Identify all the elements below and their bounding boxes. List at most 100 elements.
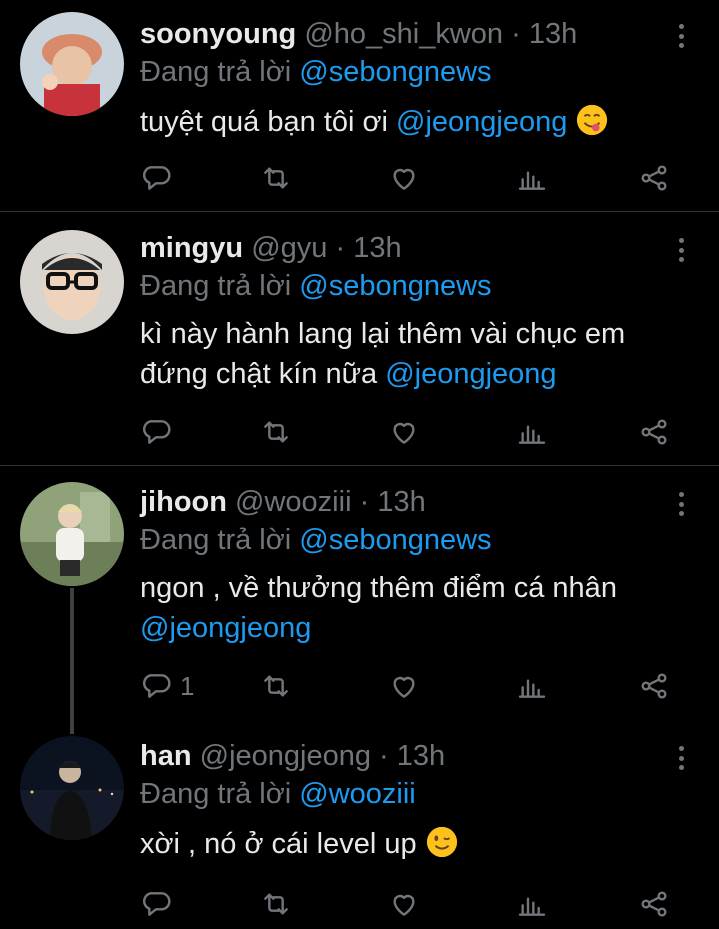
- replying-to: Đang trả lời @sebongnews: [140, 54, 492, 90]
- analytics-button[interactable]: [516, 414, 548, 450]
- replying-to-mention[interactable]: @wooziii: [299, 778, 415, 810]
- tweet-text: ngon , về thưởng thêm điểm cá nhân @jeon…: [140, 568, 700, 648]
- like-button[interactable]: [388, 668, 420, 704]
- replying-to-mention[interactable]: @sebongnews: [299, 270, 491, 302]
- separator-dot: ·: [511, 18, 521, 50]
- user-handle[interactable]: @ho_shi_kwon: [304, 18, 503, 50]
- analytics-icon: [518, 171, 546, 190]
- display-name[interactable]: han: [140, 740, 192, 772]
- separator-dot: ·: [359, 486, 370, 518]
- analytics-icon: [518, 897, 546, 916]
- replying-to-label: Đang trả lời: [140, 56, 292, 88]
- share-icon: [641, 419, 667, 445]
- display-name[interactable]: soonyoung: [140, 18, 296, 50]
- more-options-icon[interactable]: [671, 742, 691, 774]
- share-button[interactable]: [638, 414, 670, 450]
- analytics-icon: [518, 425, 546, 444]
- tweet[interactable]: soonyoung @ho_shi_kwon · 13h Đang trả lờ…: [0, 10, 719, 210]
- analytics-button[interactable]: [516, 886, 548, 922]
- share-button[interactable]: [638, 886, 670, 922]
- timestamp[interactable]: 13h: [397, 740, 445, 772]
- divider: [0, 465, 719, 466]
- tweet-text-line: đứng chật kín nữa: [140, 358, 378, 390]
- tweet[interactable]: jihoon @wooziii · 13h Đang trả lời @sebo…: [0, 482, 719, 718]
- reply-button[interactable]: 1: [140, 668, 194, 704]
- share-button[interactable]: [638, 668, 670, 704]
- more-options-icon[interactable]: [671, 20, 691, 52]
- reply-button[interactable]: [140, 886, 180, 922]
- tweet-actions: [140, 886, 680, 922]
- winking-face-emoji: [426, 826, 457, 858]
- tweet-header: jihoon @wooziii · 13h: [140, 484, 426, 520]
- mention-link[interactable]: @jeongjeong: [385, 358, 556, 390]
- tweet-text: xời , nó ở cái level up: [140, 824, 700, 864]
- tweet-text-line: ngon , về thưởng thêm điểm cá nhân: [140, 572, 617, 604]
- share-icon: [641, 673, 667, 699]
- heart-icon: [393, 168, 415, 190]
- replying-to: Đang trả lời @wooziii: [140, 776, 416, 812]
- heart-icon: [393, 894, 415, 916]
- avatar[interactable]: [20, 230, 124, 334]
- share-icon: [641, 165, 667, 191]
- reply-count: 1: [180, 670, 195, 701]
- share-button[interactable]: [638, 160, 670, 196]
- user-handle[interactable]: @jeongjeong: [200, 740, 371, 772]
- replying-to-mention[interactable]: @sebongnews: [299, 524, 491, 556]
- like-button[interactable]: [388, 160, 420, 196]
- tweet[interactable]: han @jeongjeong · 13h Đang trả lời @wooz…: [0, 736, 719, 929]
- face-savoring-food-emoji: [577, 104, 608, 136]
- heart-icon: [393, 422, 415, 444]
- timestamp[interactable]: 13h: [529, 18, 577, 50]
- retweet-button[interactable]: [260, 160, 292, 196]
- mention-link[interactable]: @jeongjeong: [140, 612, 311, 644]
- replying-to-mention[interactable]: @sebongnews: [299, 56, 491, 88]
- display-name[interactable]: mingyu: [140, 232, 243, 264]
- more-options-icon[interactable]: [671, 234, 691, 266]
- analytics-button[interactable]: [516, 160, 548, 196]
- retweet-button[interactable]: [260, 886, 292, 922]
- tweet[interactable]: mingyu @gyu · 13h Đang trả lời @sebongne…: [0, 228, 719, 464]
- reply-button[interactable]: [140, 160, 180, 196]
- user-handle[interactable]: @gyu: [251, 232, 327, 264]
- replying-to-label: Đang trả lời: [140, 778, 292, 810]
- tweet-text-line: kì này hành lang lại thêm vài chục em: [140, 318, 626, 350]
- retweet-icon: [264, 675, 288, 697]
- tweet-text-line: tuyệt quá bạn tôi ơi: [140, 106, 388, 138]
- share-icon: [641, 891, 667, 917]
- retweet-icon: [264, 893, 288, 915]
- reply-icon: [142, 674, 171, 698]
- user-handle[interactable]: @wooziii: [235, 486, 351, 518]
- reply-icon: [142, 420, 171, 444]
- tweet-actions: [140, 414, 680, 450]
- timestamp[interactable]: 13h: [377, 486, 425, 518]
- separator-dot: ·: [379, 740, 389, 772]
- separator-dot: ·: [335, 232, 346, 264]
- reply-button[interactable]: [140, 414, 180, 450]
- display-name[interactable]: jihoon: [140, 486, 227, 518]
- tweet-header: mingyu @gyu · 13h: [140, 230, 402, 266]
- replying-to: Đang trả lời @sebongnews: [140, 268, 492, 304]
- timestamp[interactable]: 13h: [353, 232, 401, 264]
- mention-link[interactable]: @jeongjeong: [396, 106, 567, 138]
- tweet-header: soonyoung @ho_shi_kwon · 13h: [140, 16, 577, 52]
- tweet-text-line: xời , nó ở cái level up: [140, 828, 417, 860]
- retweet-button[interactable]: [260, 414, 292, 450]
- heart-icon: [393, 676, 415, 698]
- divider: [0, 211, 719, 212]
- more-options-icon[interactable]: [671, 488, 691, 520]
- replying-to: Đang trả lời @sebongnews: [140, 522, 492, 558]
- analytics-icon: [518, 679, 546, 698]
- avatar[interactable]: [20, 12, 124, 116]
- avatar[interactable]: [20, 482, 124, 586]
- analytics-button[interactable]: [516, 668, 548, 704]
- tweet-actions: 1: [140, 668, 680, 704]
- like-button[interactable]: [388, 414, 420, 450]
- avatar[interactable]: [20, 736, 124, 840]
- like-button[interactable]: [388, 886, 420, 922]
- replying-to-label: Đang trả lời: [140, 524, 292, 556]
- tweet-header: han @jeongjeong · 13h: [140, 738, 445, 774]
- retweet-button[interactable]: [260, 668, 292, 704]
- tweet-actions: [140, 160, 680, 196]
- tweet-text: kì này hành lang lại thêm vài chục em đứ…: [140, 314, 700, 394]
- replying-to-label: Đang trả lời: [140, 270, 292, 302]
